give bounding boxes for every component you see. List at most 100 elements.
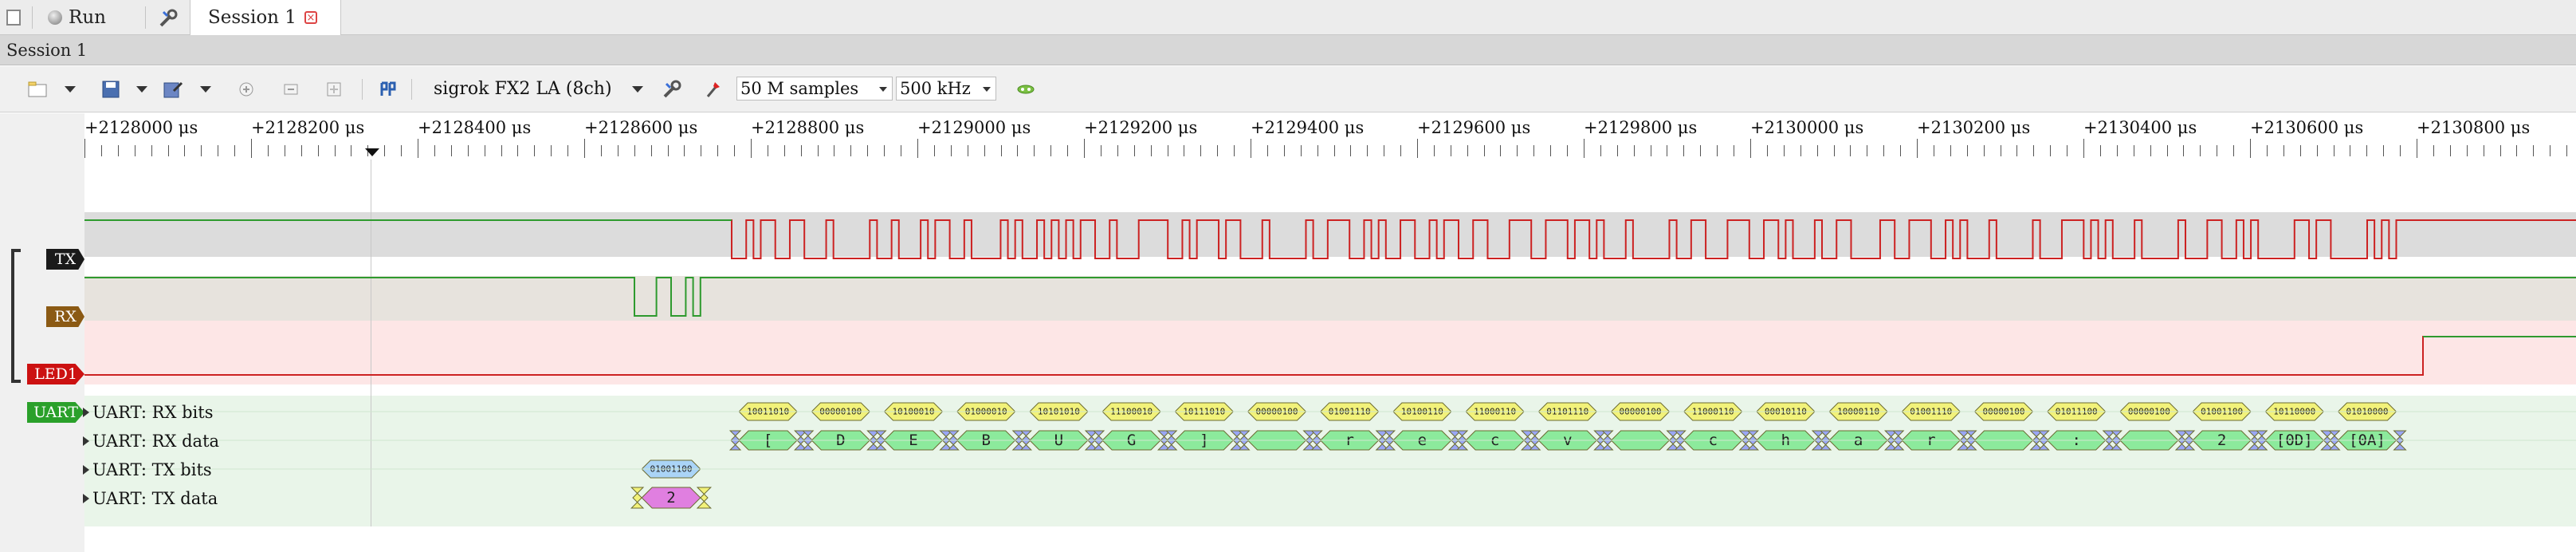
ruler-label: +2130400 μs — [2083, 118, 2197, 137]
ruler-tick — [1500, 145, 1501, 156]
decoder-row-tx-data[interactable]: UART: TX data — [83, 487, 218, 511]
ruler-tick — [984, 145, 985, 156]
ruler-tick — [1034, 145, 1035, 156]
ruler-label: +2128600 μs — [584, 118, 698, 137]
session-title: Session 1 — [6, 41, 88, 60]
ruler-tick — [2083, 139, 2084, 158]
wrench-icon[interactable] — [158, 8, 179, 29]
save-dropdown-icon[interactable] — [134, 76, 150, 103]
sample-count-select[interactable]: 50 M samples — [736, 77, 893, 101]
channel-label-uart[interactable]: UART — [27, 402, 84, 423]
zoom-in-icon[interactable] — [233, 76, 260, 103]
ruler-tick — [2117, 145, 2118, 156]
ruler-tick — [118, 145, 119, 156]
cursor-marker-icon[interactable] — [365, 148, 379, 156]
channel-name-uart: UART — [33, 404, 78, 421]
ruler-tick — [1967, 145, 1968, 156]
export-dropdown-icon[interactable] — [198, 76, 214, 103]
channel-label-rx[interactable]: RX — [46, 306, 84, 327]
ruler-tick — [1634, 145, 1635, 156]
expand-arrow-icon[interactable] — [83, 465, 89, 475]
ruler-tick — [268, 145, 269, 156]
new-tab-icon[interactable] — [6, 10, 21, 26]
ruler-tick — [751, 139, 752, 158]
ruler-tick — [2250, 139, 2251, 158]
channel-label-tx[interactable]: TX — [46, 249, 84, 270]
ruler-tick — [2383, 145, 2384, 156]
ruler-tick — [2050, 145, 2051, 156]
main-toolbar: sigrok FX2 LA (8ch) 50 M samples 500 kHz — [0, 66, 2576, 112]
ruler-tick — [1517, 145, 1518, 156]
ruler-tick — [2167, 145, 2168, 156]
ruler-tick — [2500, 145, 2501, 156]
device-selector[interactable]: sigrok FX2 LA (8ch) — [434, 77, 612, 101]
ruler-tick — [1883, 145, 1884, 156]
ruler-tick — [2317, 145, 2318, 156]
ruler-tick — [850, 145, 851, 156]
ruler-tick — [1417, 139, 1418, 158]
zoom-out-icon[interactable] — [277, 76, 304, 103]
ruler-tick — [1900, 145, 1901, 156]
open-dropdown-icon[interactable] — [62, 76, 78, 103]
tab-session-1[interactable]: Session 1 × — [190, 0, 341, 35]
ruler-tick — [1267, 145, 1268, 156]
ruler-tick — [1717, 145, 1718, 156]
probe-config-icon[interactable] — [700, 76, 727, 103]
expand-arrow-icon[interactable] — [83, 408, 89, 417]
expand-arrow-icon[interactable] — [83, 436, 89, 446]
decoder-row-tx-bits[interactable]: UART: TX bits — [83, 458, 212, 482]
channel-label-led1[interactable]: LED1 — [27, 364, 84, 384]
flag-icon[interactable] — [375, 76, 402, 103]
ruler-label: +2129000 μs — [917, 118, 1031, 137]
expand-arrow-icon[interactable] — [83, 494, 89, 503]
ruler-tick — [1400, 145, 1401, 156]
ruler-tick — [1784, 145, 1785, 156]
sample-count-value: 50 M samples — [740, 79, 859, 98]
samplerate-value: 500 kHz — [900, 79, 971, 98]
ruler-tick — [1567, 145, 1568, 156]
ruler-tick — [2366, 145, 2367, 156]
decoder-row-rx-bits[interactable]: UART: RX bits — [83, 400, 213, 424]
ruler-label: +2130000 μs — [1750, 118, 1864, 137]
ruler-tick — [1850, 145, 1851, 156]
ruler-tick — [1617, 145, 1618, 156]
ruler-tick — [1350, 145, 1351, 156]
ruler-label: +2128800 μs — [751, 118, 865, 137]
ruler-label: +2129800 μs — [1584, 118, 1698, 137]
tab-bar: Run Session 1 × — [0, 0, 2576, 35]
device-config-icon[interactable] — [658, 76, 685, 103]
ruler-tick — [2467, 145, 2468, 156]
ruler-tick — [451, 145, 452, 156]
signal-traces: [10011010D00000100E10100010B01000010U101… — [84, 219, 2576, 509]
tab-run[interactable]: Run — [48, 0, 128, 35]
ruler-tick — [534, 145, 535, 156]
open-file-icon[interactable] — [24, 76, 51, 103]
ruler-tick — [1017, 145, 1018, 156]
decoder-row-rx-data[interactable]: UART: RX data — [83, 429, 219, 453]
run-capture-icon[interactable] — [1012, 76, 1039, 103]
ruler-tick — [318, 145, 319, 156]
ruler-tick — [1317, 145, 1318, 156]
ruler-tick — [1334, 145, 1335, 156]
ruler-tick — [1533, 145, 1534, 156]
samplerate-select[interactable]: 500 kHz — [896, 77, 996, 101]
save-icon[interactable] — [97, 76, 124, 103]
ruler-tick — [2233, 145, 2234, 156]
ruler-tick — [668, 145, 669, 156]
close-tab-icon[interactable]: × — [304, 11, 317, 24]
export-icon[interactable] — [159, 76, 187, 103]
ruler-tick — [184, 145, 185, 156]
ruler-tick — [2100, 145, 2101, 156]
ruler-tick — [1234, 145, 1235, 156]
zoom-fit-icon[interactable] — [320, 76, 348, 103]
time-ruler[interactable]: +2128000 μs +2128200 μs +2128400 μs +212860… — [84, 113, 2576, 160]
ruler-tick — [168, 145, 169, 156]
device-dropdown-icon[interactable] — [630, 76, 646, 103]
ruler-tick — [1700, 145, 1701, 156]
ruler-tick — [2450, 145, 2451, 156]
ruler-label: +2129200 μs — [1084, 118, 1198, 137]
ruler-label: +2129400 μs — [1251, 118, 1365, 137]
ruler-tick — [2300, 145, 2301, 156]
ruler-tick — [1200, 145, 1201, 156]
ruler-tick — [2033, 145, 2034, 156]
